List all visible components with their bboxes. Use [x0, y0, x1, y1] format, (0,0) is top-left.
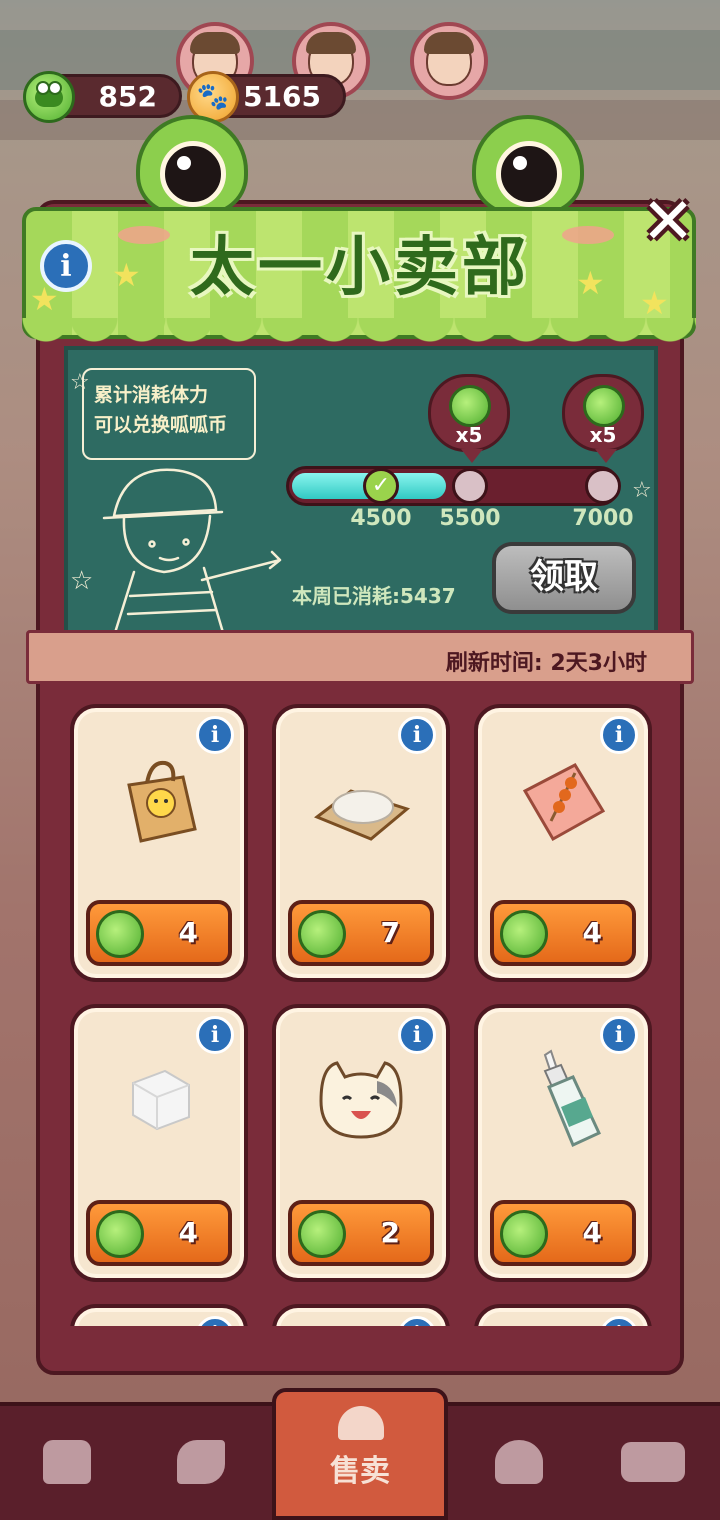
reward-count: x5 — [455, 423, 483, 447]
refresh-time-bar: 刷新时间: 2天3小时 — [26, 630, 694, 684]
shop-item-card[interactable]: i 2 — [272, 1004, 450, 1282]
star-icon: ★ — [112, 256, 141, 294]
frog-coin-icon — [298, 1210, 346, 1258]
girl-avatar[interactable] — [410, 22, 488, 100]
item-price: 2 — [380, 1216, 400, 1249]
shop-item-card[interactable]: i 4 — [70, 704, 248, 982]
shop-item-card[interactable]: i — [272, 1304, 450, 1326]
buy-button[interactable]: 2 — [288, 1200, 434, 1266]
bus-icon — [621, 1442, 685, 1482]
frog-coin-icon — [23, 71, 75, 123]
buy-button[interactable]: 4 — [490, 900, 636, 966]
paw-point-value: 5165 — [243, 79, 321, 113]
bell-icon — [338, 1406, 384, 1440]
item-info-button[interactable]: i — [398, 1316, 436, 1326]
item-grid: i 4 i 7 i 4 i 4 i 2 i 4 — [40, 686, 680, 1326]
frog-coin-value: 852 — [98, 79, 157, 113]
nav-sell-label: 售卖 — [330, 1454, 390, 1489]
star-icon: ★ — [576, 264, 605, 302]
cat-bun-icon — [310, 1048, 412, 1150]
frog-coin-icon — [96, 910, 144, 958]
nav-bag[interactable] — [12, 1412, 122, 1512]
buy-button[interactable]: 7 — [288, 900, 434, 966]
arrows-icon — [177, 1440, 225, 1484]
item-price: 4 — [582, 1216, 602, 1249]
item-price: 4 — [178, 1216, 198, 1249]
nav-sell-tab[interactable]: 售卖 — [272, 1388, 448, 1520]
weekly-consumed-text: 本周已消耗:5437 — [292, 584, 456, 608]
milestone-label: 7000 — [572, 506, 634, 531]
hint-line-2: 可以兑换呱呱币 — [94, 414, 228, 436]
milestone-reward-5500[interactable]: x5 — [428, 374, 510, 463]
skewer-snack-icon — [512, 748, 614, 850]
milestone-label: 5500 — [439, 506, 501, 531]
item-price: 4 — [178, 916, 198, 949]
frog-coin-counter[interactable]: 852 — [23, 71, 182, 123]
frog-coin-icon — [96, 1210, 144, 1258]
frog-coin-icon — [500, 910, 548, 958]
shop-title: 太一小卖部 — [190, 231, 530, 305]
milestone-node-locked — [585, 468, 621, 504]
chalk-star-icon: ☆ — [632, 478, 652, 503]
shop-info-button[interactable]: i — [40, 240, 92, 292]
hint-speech-bubble: 累计消耗体力 可以兑换呱呱币 — [82, 368, 256, 460]
shop-item-card[interactable]: i — [474, 1304, 652, 1326]
milestone-node-locked — [452, 468, 488, 504]
buy-button[interactable]: 4 — [86, 900, 232, 966]
refresh-time-text: 刷新时间: 2天3小时 — [445, 651, 647, 676]
claim-button[interactable]: 领取 — [492, 542, 636, 614]
shop-item-card[interactable]: i 4 — [474, 704, 652, 982]
nav-map[interactable] — [464, 1412, 574, 1512]
glue-bottle-icon — [512, 1048, 614, 1150]
nav-exchange[interactable] — [146, 1412, 256, 1512]
frog-coin-icon — [298, 910, 346, 958]
milestone-reward-7000[interactable]: x5 — [562, 374, 644, 463]
star-icon: ★ — [640, 284, 669, 322]
paper-bag-icon — [108, 748, 210, 850]
sugar-cube-icon — [108, 1048, 210, 1150]
bag-icon — [43, 1440, 91, 1484]
buy-button[interactable]: 4 — [490, 1200, 636, 1266]
milestone-label: 4500 — [350, 506, 412, 531]
reward-count: x5 — [589, 423, 617, 447]
rice-on-board-icon — [310, 748, 412, 850]
frog-coin-icon — [583, 385, 625, 427]
item-price: 7 — [380, 916, 400, 949]
item-info-button[interactable]: i — [600, 1316, 638, 1326]
buy-button[interactable]: 4 — [86, 1200, 232, 1266]
close-button[interactable]: ✕ — [636, 190, 700, 256]
map-pin-icon — [495, 1440, 543, 1484]
frog-eye-left — [136, 115, 248, 215]
frog-coin-icon — [500, 1210, 548, 1258]
chalk-boy-drawing — [102, 468, 282, 636]
awning-blush-right — [562, 226, 614, 244]
shop-item-card[interactable]: i — [70, 1304, 248, 1326]
frog-eye-right — [472, 115, 584, 215]
nav-bus[interactable] — [598, 1412, 708, 1512]
item-info-button[interactable]: i — [196, 1316, 234, 1326]
frog-coin-icon — [449, 385, 491, 427]
milestone-node-done: ✓ — [363, 468, 399, 504]
chalk-star-icon: ☆ — [70, 566, 94, 596]
shop-item-card[interactable]: i 4 — [474, 1004, 652, 1282]
shop-item-card[interactable]: i 4 — [70, 1004, 248, 1282]
shop-item-card[interactable]: i 7 — [272, 704, 450, 982]
hint-line-1: 累计消耗体力 — [94, 384, 209, 406]
item-price: 4 — [582, 916, 602, 949]
paw-point-counter[interactable]: 🐾 5165 — [187, 71, 346, 123]
